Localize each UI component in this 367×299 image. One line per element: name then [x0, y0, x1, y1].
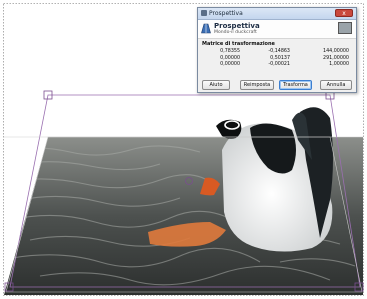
tool-subtitle: Mondo-il duckcraft	[214, 30, 257, 35]
matrix-label: Matrice di trasformazione	[202, 41, 275, 47]
perspective-tool-icon	[201, 23, 211, 34]
matrix-cell: 0,00000	[220, 62, 240, 67]
gimp-icon	[201, 10, 207, 16]
matrix-cell: 1,00000	[329, 62, 349, 67]
transform-matrix: 0,78355 -0,14863 144,00000 0,00000 0,501…	[210, 49, 354, 69]
perspective-dialog: Prospettiva x Prospettiva Mondo-il duckc…	[197, 7, 357, 93]
window-title: Prospettiva	[209, 10, 243, 17]
close-button[interactable]: x	[335, 9, 353, 17]
image-thumbnail	[338, 22, 352, 34]
tool-title: Prospettiva	[214, 22, 260, 30]
help-button[interactable]: Aiuto	[202, 80, 230, 90]
dialog-header: Prospettiva Mondo-il duckcraft	[198, 20, 356, 39]
dialog-button-row: Aiuto Reimposta Trasforma Annulla	[202, 80, 352, 90]
cancel-button[interactable]: Annulla	[320, 80, 352, 90]
dialog-titlebar[interactable]: Prospettiva x	[198, 8, 356, 20]
matrix-cell: -0,00021	[268, 62, 290, 67]
reset-button[interactable]: Reimposta	[240, 80, 274, 90]
transform-button[interactable]: Trasforma	[279, 80, 312, 90]
matrix-row: 0,00000 -0,00021 1,00000	[210, 62, 354, 69]
